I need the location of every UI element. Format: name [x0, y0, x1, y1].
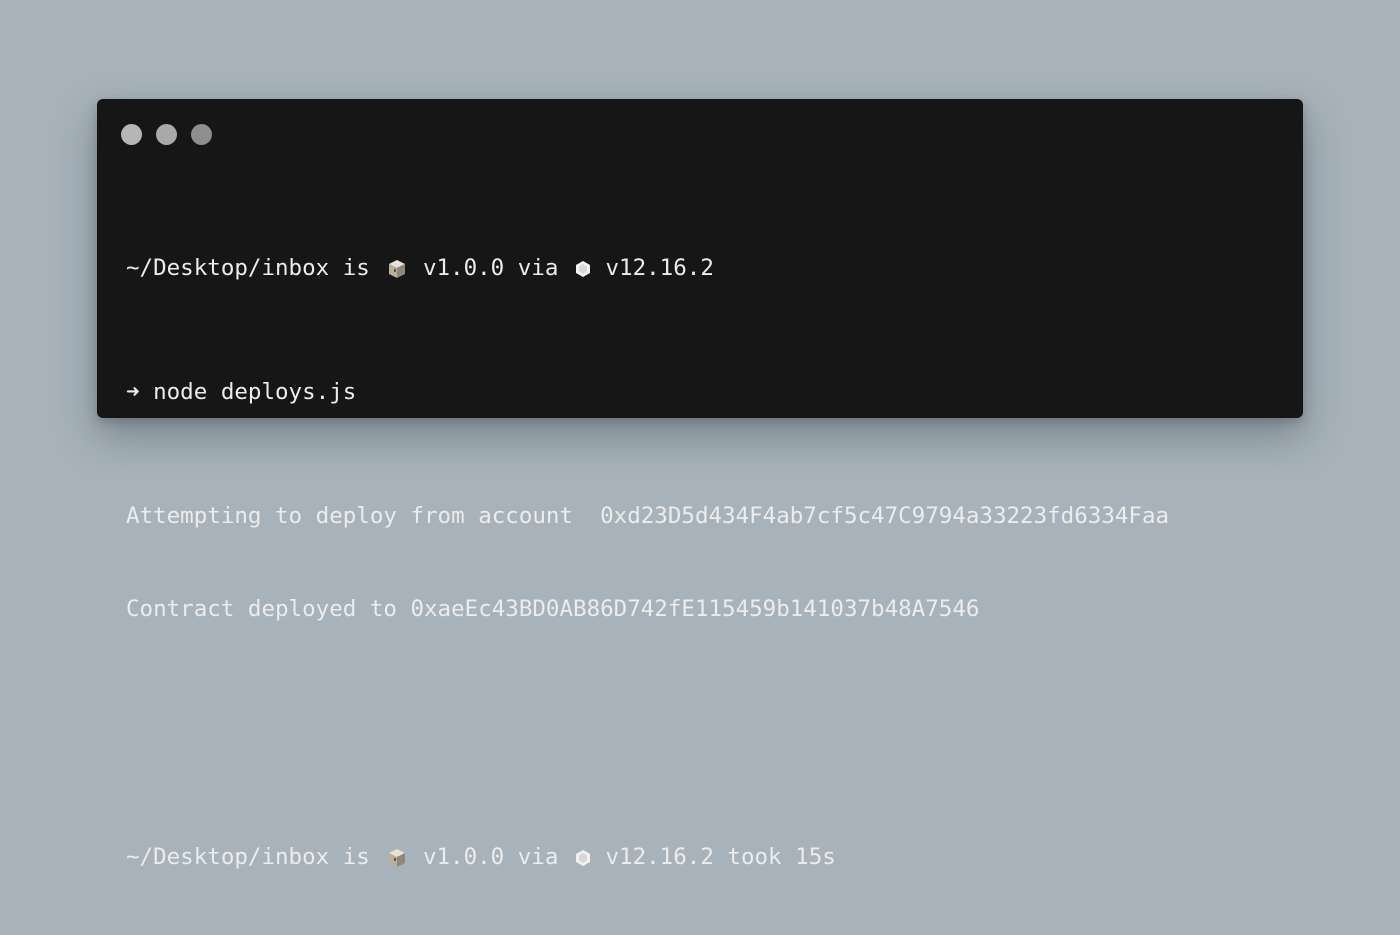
nodejs-icon	[575, 849, 590, 866]
package-icon	[389, 259, 406, 278]
package-version: v1.0.0	[422, 255, 505, 281]
command-duration: 15s	[795, 844, 836, 870]
package-version: v1.0.0	[422, 844, 505, 870]
prompt-via: via	[517, 255, 559, 281]
package-icon	[389, 848, 406, 867]
nodejs-icon	[575, 260, 590, 277]
command-line: ➜ node deploys.js	[126, 377, 1283, 408]
command-text: node deploys.js	[153, 379, 357, 405]
node-version: v12.16.2	[605, 844, 714, 870]
prompt-line: ~/Desktop/inbox is v1.0.0 via v12.16.2 t…	[126, 842, 1283, 873]
prompt-is: is	[342, 255, 370, 281]
window-controls	[121, 124, 212, 146]
terminal-window: ~/Desktop/inbox is v1.0.0 via v12.16.2 ➜…	[97, 99, 1303, 870]
close-window-button[interactable]	[121, 124, 142, 145]
prompt-arrow-icon: ➜	[126, 379, 140, 405]
prompt-took: took	[727, 844, 782, 870]
output-line: Contract deployed to 0xaeEc43BD0AB86D742…	[126, 596, 980, 622]
prompt-is: is	[342, 844, 370, 870]
terminal-output[interactable]: ~/Desktop/inbox is v1.0.0 via v12.16.2 ➜…	[126, 191, 1283, 935]
node-version: v12.16.2	[605, 255, 714, 281]
prompt-line: ~/Desktop/inbox is v1.0.0 via v12.16.2	[126, 253, 1283, 284]
prompt-path: ~/Desktop/inbox	[126, 255, 330, 281]
maximize-window-button[interactable]	[191, 124, 212, 145]
minimize-window-button[interactable]	[156, 124, 177, 145]
prompt-via: via	[517, 844, 559, 870]
prompt-path: ~/Desktop/inbox	[126, 844, 330, 870]
